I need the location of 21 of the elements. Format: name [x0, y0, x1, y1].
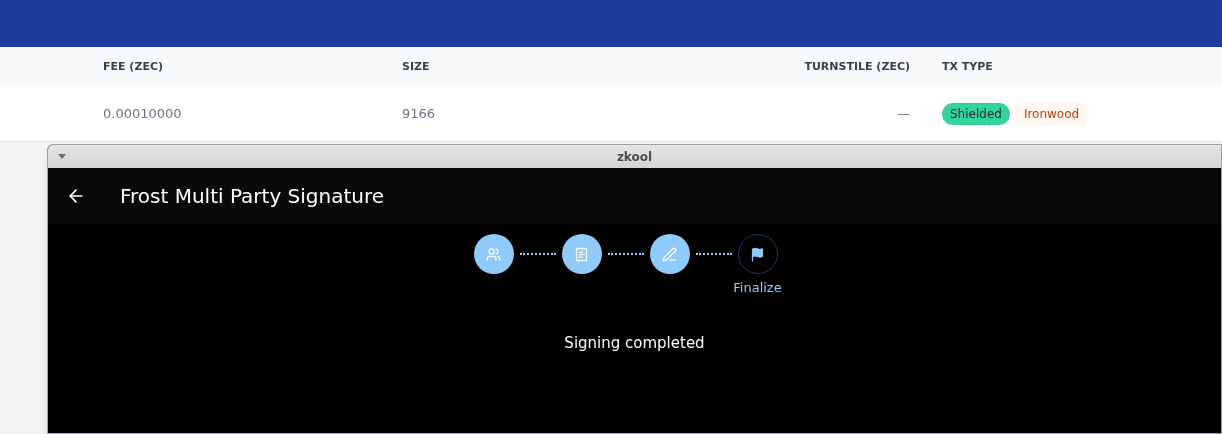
status-message: Signing completed [564, 333, 705, 354]
receipt-icon [574, 246, 589, 262]
step-connector [607, 253, 644, 255]
column-header: TX TYPE [942, 58, 993, 75]
flag-icon [750, 246, 765, 262]
type-tag: Ironwood [1015, 103, 1088, 125]
type-tag: Shielded [942, 103, 1010, 125]
step-connector [519, 253, 556, 255]
step-label: Finalize [733, 279, 782, 297]
table-cell-text: 9166 [402, 105, 437, 124]
table-cell-text: 0.00010000 [103, 105, 183, 124]
pen-icon [662, 246, 677, 262]
table-cell-text: — [896, 105, 910, 124]
app-bar-title: Frost Multi Party Signature [120, 183, 385, 210]
dropdown-icon[interactable] [58, 154, 66, 159]
people-icon [486, 246, 501, 262]
column-header: TURNSTILE (ZEC) [803, 58, 910, 75]
column-header: SIZE [402, 58, 431, 75]
window-title: zkool [616, 148, 653, 166]
step-connector [695, 253, 732, 255]
column-header: FEE (ZEC) [103, 58, 164, 75]
